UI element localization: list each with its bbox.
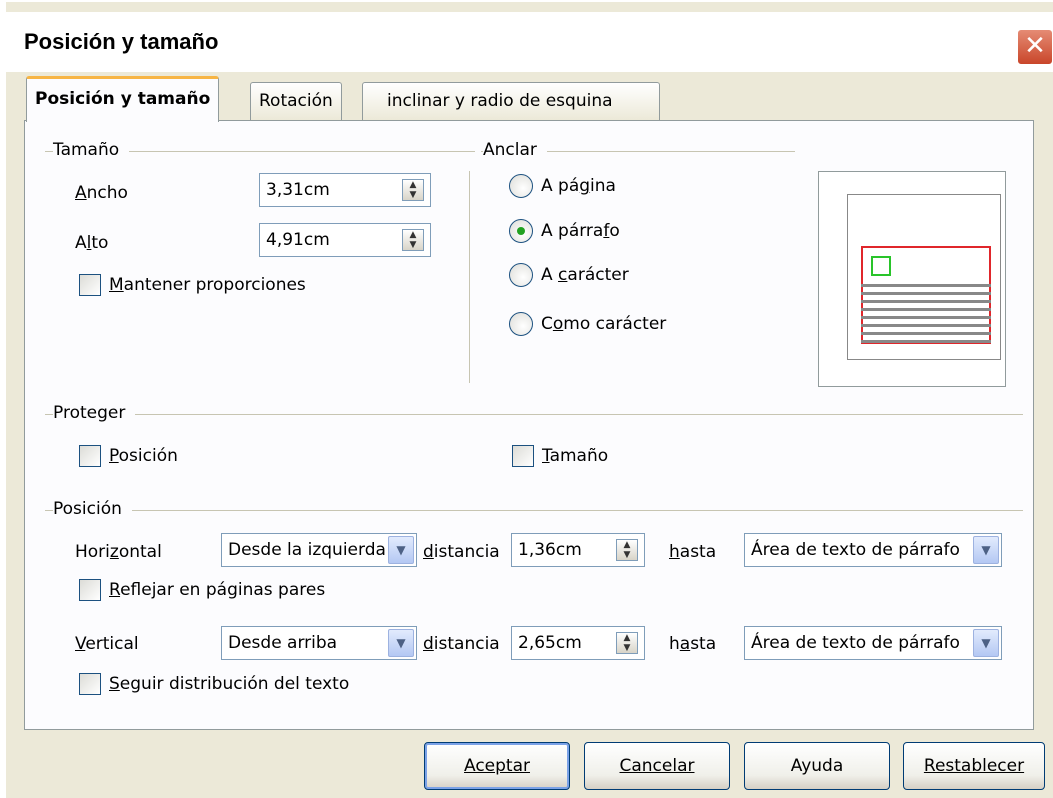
chevron-down-icon[interactable]: ▼	[388, 536, 414, 564]
radio-selected-dot	[517, 227, 525, 235]
keep-ratio-checkbox[interactable]	[79, 274, 101, 296]
vertical-label: Vertical	[75, 634, 139, 654]
tab-label: inclinar y radio de esquina	[387, 91, 613, 111]
horizontal-distance-label: distancia	[423, 542, 500, 562]
anchor-preview	[818, 171, 1006, 387]
horizontal-distance-spinner[interactable]: ▲ ▼	[616, 539, 638, 561]
height-value: 4,91cm	[266, 230, 330, 250]
vertical-distance-spinner[interactable]: ▲ ▼	[616, 632, 638, 654]
ok-button[interactable]: Aceptar	[424, 742, 570, 790]
tab-panel: Tamaño Ancho 3,31cm ▲ ▼ Alto 4,91cm ▲ ▼ Ma…	[24, 120, 1034, 730]
protect-position-checkbox[interactable]	[79, 445, 101, 467]
protect-group-label: Proteger	[53, 403, 136, 423]
follow-flow-checkbox[interactable]	[79, 673, 101, 695]
chevron-down-icon[interactable]: ▼	[388, 629, 414, 657]
tab-label: Rotación	[259, 91, 333, 111]
spin-arrows-icon: ▲ ▼	[409, 230, 417, 250]
preview-text-lines	[861, 284, 991, 344]
width-label: Ancho	[75, 183, 128, 203]
radio-anchor-page[interactable]	[509, 174, 533, 198]
ok-button-label: Aceptar	[464, 756, 530, 776]
width-value: 3,31cm	[266, 180, 330, 200]
height-label: Alto	[75, 233, 109, 253]
spin-arrows-icon: ▲ ▼	[623, 540, 631, 560]
window-title: Posición y tamaño	[24, 29, 219, 54]
spin-arrows-icon: ▲ ▼	[409, 180, 417, 200]
anchor-page-label: A página	[541, 176, 616, 196]
anchor-group-label: Anclar	[483, 140, 547, 160]
help-button[interactable]: Ayuda	[744, 742, 890, 790]
help-button-label: Ayuda	[790, 756, 844, 776]
keep-ratio-label: Mantener proporciones	[109, 275, 306, 295]
follow-flow-label: Seguir distribución del texto	[109, 674, 350, 694]
preview-anchor-marker	[871, 256, 891, 276]
protect-size-checkbox[interactable]	[512, 445, 534, 467]
title-bar: Posición y tamaño ✕	[6, 12, 1053, 72]
mirror-label: Reflejar en páginas pares	[109, 580, 326, 600]
close-icon: ✕	[1024, 31, 1046, 61]
chevron-down-icon[interactable]: ▼	[973, 629, 999, 657]
width-field[interactable]: 3,31cm ▲ ▼	[259, 173, 431, 207]
vertical-to-value: Área de texto de párrafo	[751, 633, 960, 653]
reset-button-label: Restablecer	[923, 756, 1025, 776]
anchor-character-label: A carácter	[541, 265, 629, 285]
protect-size-label: Tamaño	[542, 446, 609, 466]
anchor-as-character-label: Como carácter	[541, 314, 667, 334]
position-group-label: Posición	[53, 499, 132, 519]
mirror-checkbox[interactable]	[79, 579, 101, 601]
cancel-button[interactable]: Cancelar	[584, 742, 730, 790]
protect-position-label: Posición	[109, 446, 178, 466]
size-group-label: Tamaño	[53, 140, 130, 160]
tab-position-size[interactable]: Posición y tamaño	[26, 76, 220, 122]
horizontal-distance-field[interactable]: 1,36cm ▲ ▼	[511, 533, 645, 567]
width-spinner[interactable]: ▲ ▼	[402, 179, 424, 201]
horizontal-to-select[interactable]: Área de texto de párrafo ▼	[744, 533, 1002, 567]
height-field[interactable]: 4,91cm ▲ ▼	[259, 223, 431, 257]
vertical-select-value: Desde arriba	[228, 633, 338, 653]
reset-button[interactable]: Restablecer	[903, 742, 1045, 790]
vertical-to-label: hasta	[669, 634, 717, 654]
vertical-distance-label: distancia	[423, 634, 500, 654]
horizontal-distance-value: 1,36cm	[518, 540, 582, 560]
vertical-distance-value: 2,65cm	[518, 633, 582, 653]
tab-label: Posición y tamaño	[35, 89, 211, 109]
horizontal-select[interactable]: Desde la izquierda ▼	[221, 533, 417, 567]
horizontal-to-value: Área de texto de párrafo	[751, 540, 960, 560]
radio-anchor-paragraph[interactable]	[509, 219, 533, 243]
vertical-select[interactable]: Desde arriba ▼	[221, 626, 417, 660]
radio-anchor-as-character[interactable]	[509, 312, 533, 336]
cancel-button-label: Cancelar	[619, 756, 695, 776]
tab-rotation[interactable]: Rotación	[250, 82, 342, 120]
close-button[interactable]: ✕	[1017, 29, 1053, 65]
chevron-down-icon[interactable]: ▼	[973, 536, 999, 564]
horizontal-label: Horizontal	[75, 542, 162, 562]
tab-slant-corner-radius[interactable]: inclinar y radio de esquina	[362, 82, 660, 120]
radio-anchor-character[interactable]	[509, 263, 533, 287]
vertical-distance-field[interactable]: 2,65cm ▲ ▼	[511, 626, 645, 660]
horizontal-to-label: hasta	[669, 542, 717, 562]
height-spinner[interactable]: ▲ ▼	[402, 229, 424, 251]
horizontal-select-value: Desde la izquierda	[228, 540, 386, 560]
spin-arrows-icon: ▲ ▼	[623, 633, 631, 653]
vertical-to-select[interactable]: Área de texto de párrafo ▼	[744, 626, 1002, 660]
anchor-paragraph-label: A párrafo	[541, 221, 620, 241]
